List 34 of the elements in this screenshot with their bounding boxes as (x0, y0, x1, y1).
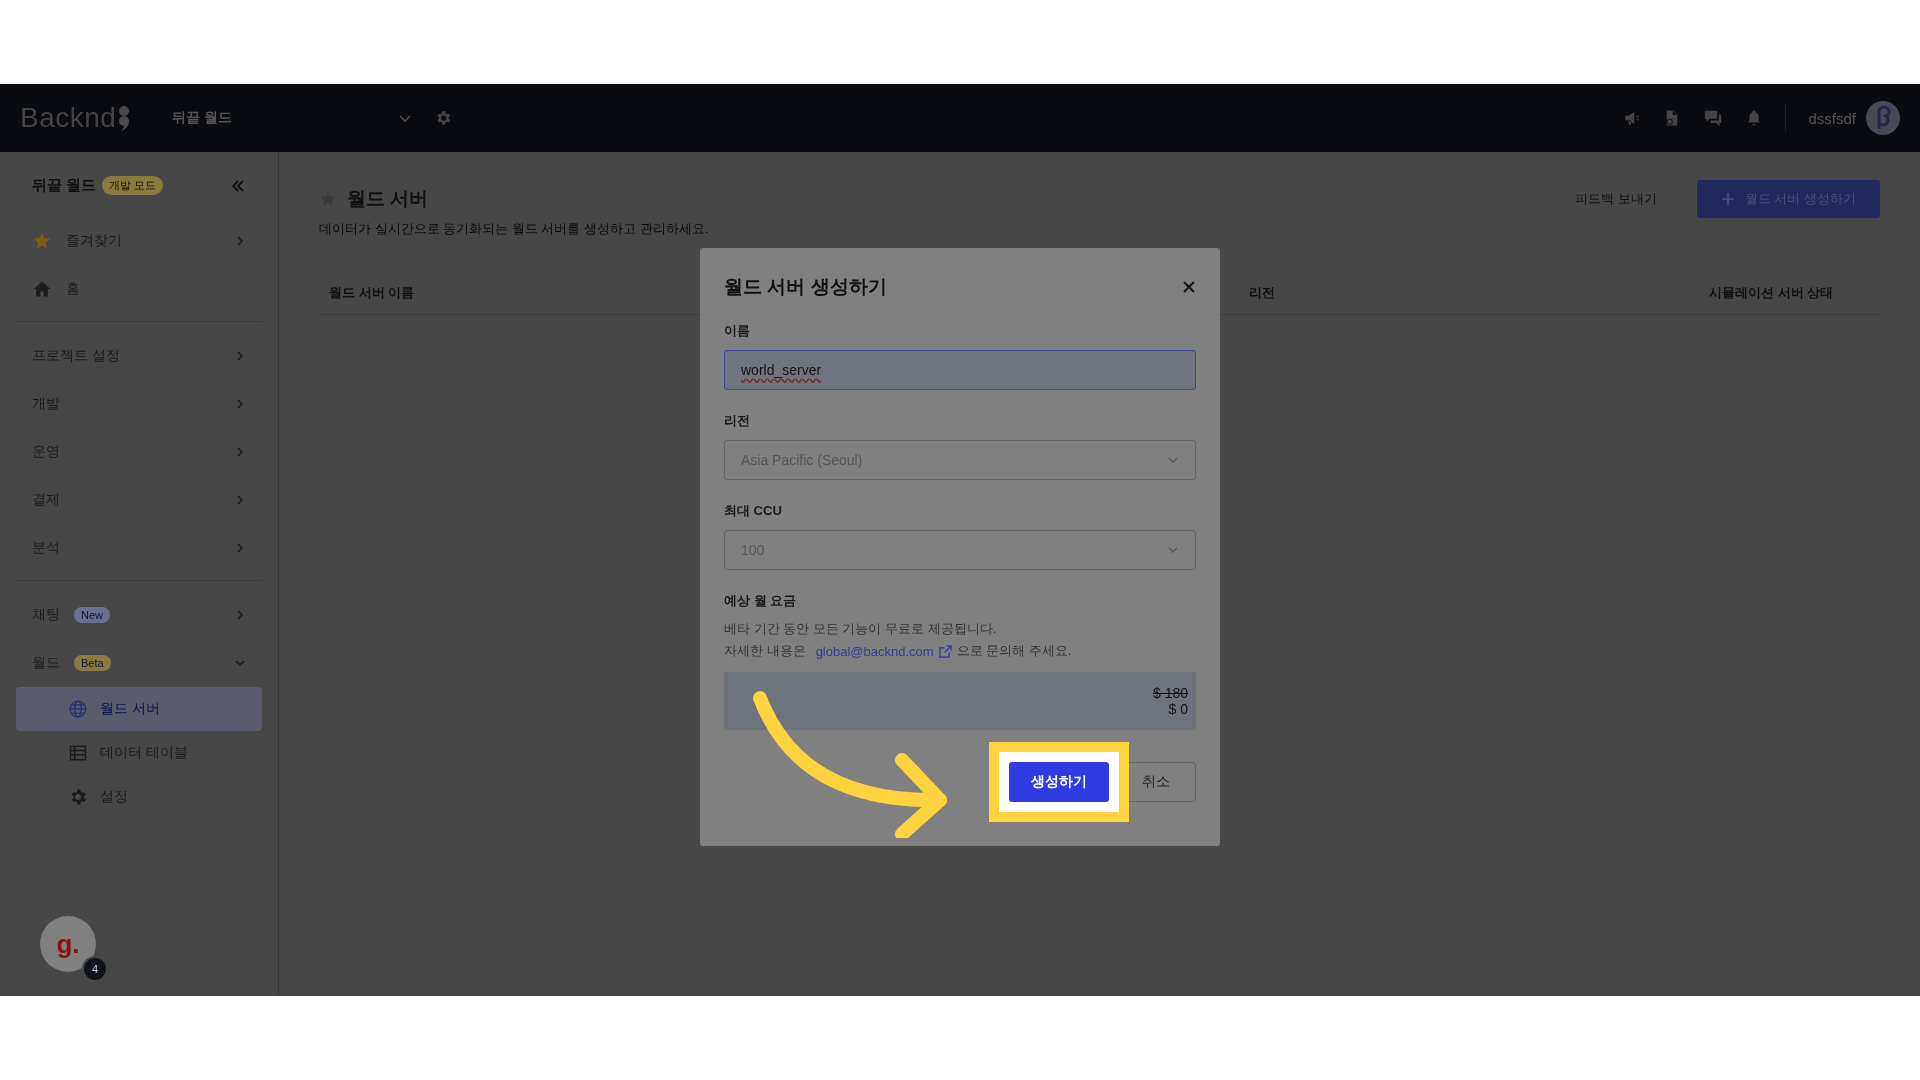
dialog-title: 월드 서버 생성하기 (724, 275, 887, 299)
collapse-icon[interactable] (230, 177, 246, 194)
menu-badge: Beta (74, 655, 111, 671)
notification-count: 4 (82, 956, 108, 982)
close-icon[interactable] (1182, 280, 1196, 294)
user-name[interactable]: dssfsdf (1808, 109, 1856, 127)
menu-badge: New (74, 607, 110, 623)
home-icon (32, 279, 52, 299)
price: $ 0 (1168, 701, 1188, 717)
globe-icon (68, 699, 88, 719)
contact-text: 으로 문의해 주세요. (956, 642, 1072, 660)
page-subtitle: 데이터가 실시간으로 동기화되는 월드 서버를 생성하고 관리하세요. (319, 220, 710, 238)
original-price: $ 180 (1152, 685, 1188, 701)
sidebar-subitem[interactable]: 월드 서버 (16, 687, 262, 731)
beta-note: 베타 기간 동안 모든 기능이 무료로 제공됩니다. (724, 620, 998, 638)
star-icon (32, 231, 52, 251)
logo-text[interactable]: Backnd (20, 102, 117, 134)
project-selector[interactable]: 뒤끝 월드 (172, 109, 412, 127)
external-link-icon (938, 644, 952, 658)
logo-mark-icon (118, 105, 131, 131)
avatar-icon[interactable] (1866, 101, 1900, 135)
contact-text: 자세한 내용은 (724, 642, 806, 660)
create-button[interactable]: 생성하기 (1009, 762, 1109, 802)
name-input[interactable]: world_server (724, 350, 1196, 390)
field-label: 리전 (724, 412, 751, 430)
megaphone-icon[interactable] (1623, 109, 1642, 127)
field-label: 최대 CCU (724, 502, 783, 520)
plus-icon (1720, 192, 1735, 206)
table-icon (68, 743, 88, 763)
field-label: 이름 (724, 322, 751, 340)
field-label: 예상 월 요금 (724, 592, 798, 610)
chat-bubbles-icon[interactable] (1703, 109, 1724, 127)
mode-badge: 개발 모드 (102, 176, 164, 195)
email-link[interactable]: global@backnd.com (815, 643, 934, 659)
